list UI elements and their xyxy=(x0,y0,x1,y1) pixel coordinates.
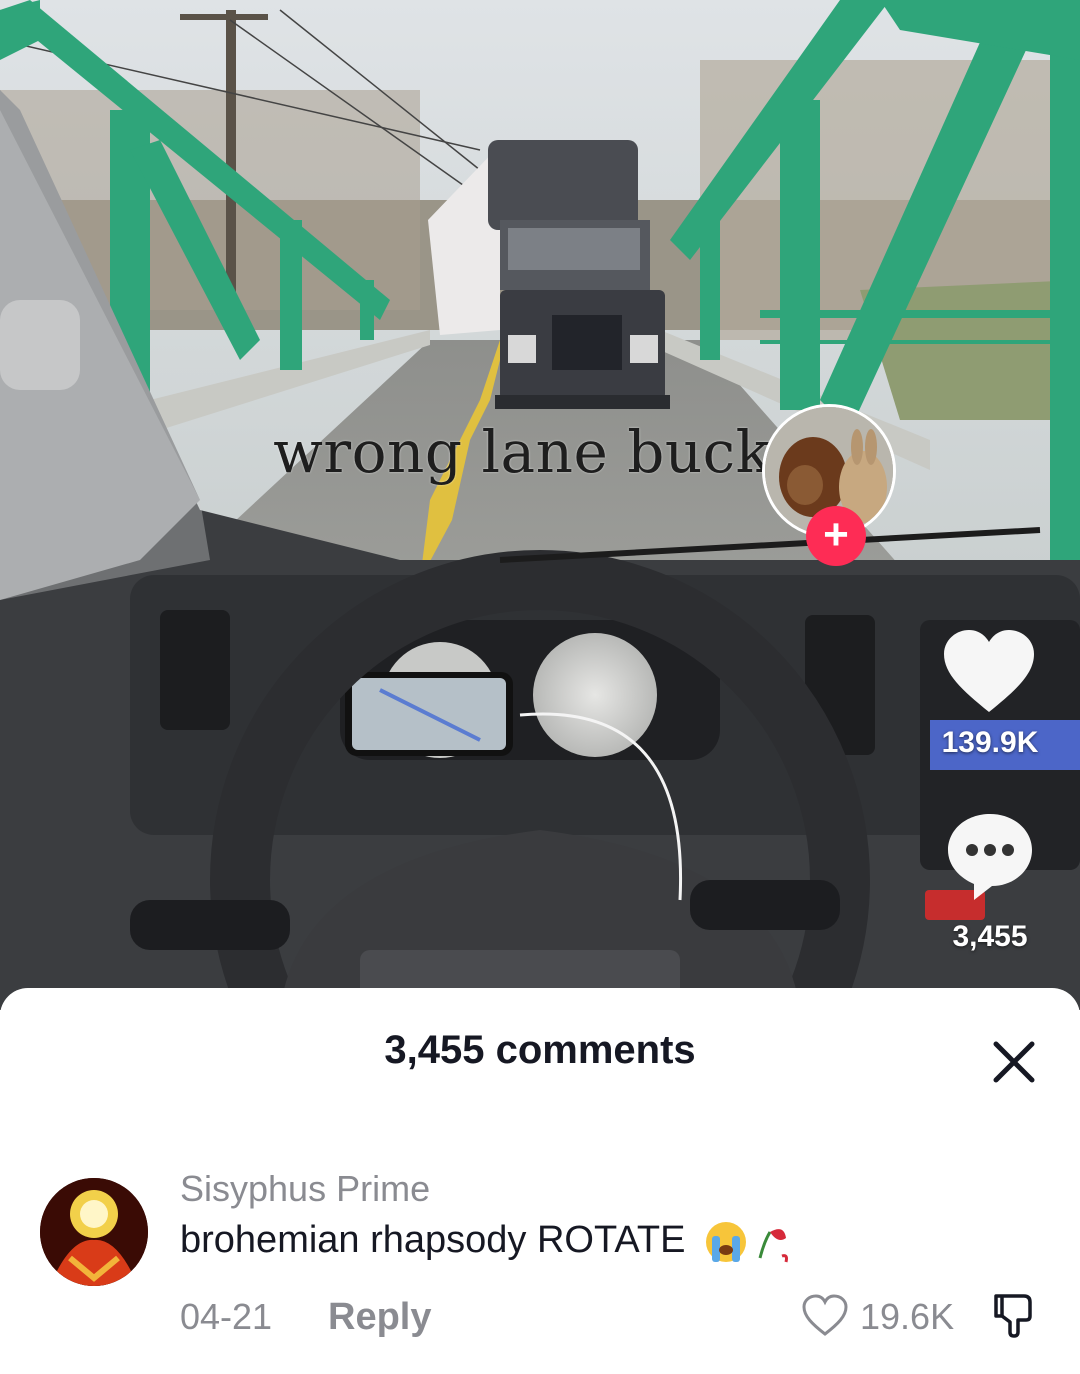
comment-like-count: 19.6K xyxy=(860,1296,955,1337)
video-caption: wrong lane bucko xyxy=(273,418,807,486)
comment-count: 3,455 xyxy=(952,920,1028,953)
reply-button[interactable]: Reply xyxy=(328,1296,431,1339)
heart-icon[interactable] xyxy=(942,628,1036,714)
follow-button[interactable]: + xyxy=(806,506,866,566)
comments-title: 3,455 comments xyxy=(384,1028,696,1072)
heart-outline-icon[interactable] xyxy=(802,1294,848,1336)
comment-date: 04-21 xyxy=(180,1296,273,1337)
comments-sheet: 3,455 comments Sisyphus Prime brohemian … xyxy=(0,988,1080,1374)
creator-avatar-group[interactable]: + xyxy=(762,404,896,566)
like-count: 139.9K xyxy=(941,726,1039,759)
crying-face-and-wilted-rose-icon xyxy=(706,1222,789,1263)
comment-bubble-icon[interactable] xyxy=(944,810,1036,902)
comment-text-row: brohemian rhapsody ROTATE xyxy=(180,1218,792,1266)
avatar-image-icon xyxy=(40,1178,148,1286)
comment-username[interactable]: Sisyphus Prime xyxy=(180,1168,430,1210)
dislike-icon[interactable] xyxy=(988,1290,1038,1340)
comment-text: brohemian rhapsody ROTATE xyxy=(180,1219,686,1262)
video-player[interactable]: wrong lane bucko + 139.9K 3,455 xyxy=(0,0,1080,1010)
commenter-avatar[interactable] xyxy=(40,1178,148,1286)
close-icon[interactable] xyxy=(988,1036,1040,1088)
video-frame xyxy=(0,0,1080,1010)
